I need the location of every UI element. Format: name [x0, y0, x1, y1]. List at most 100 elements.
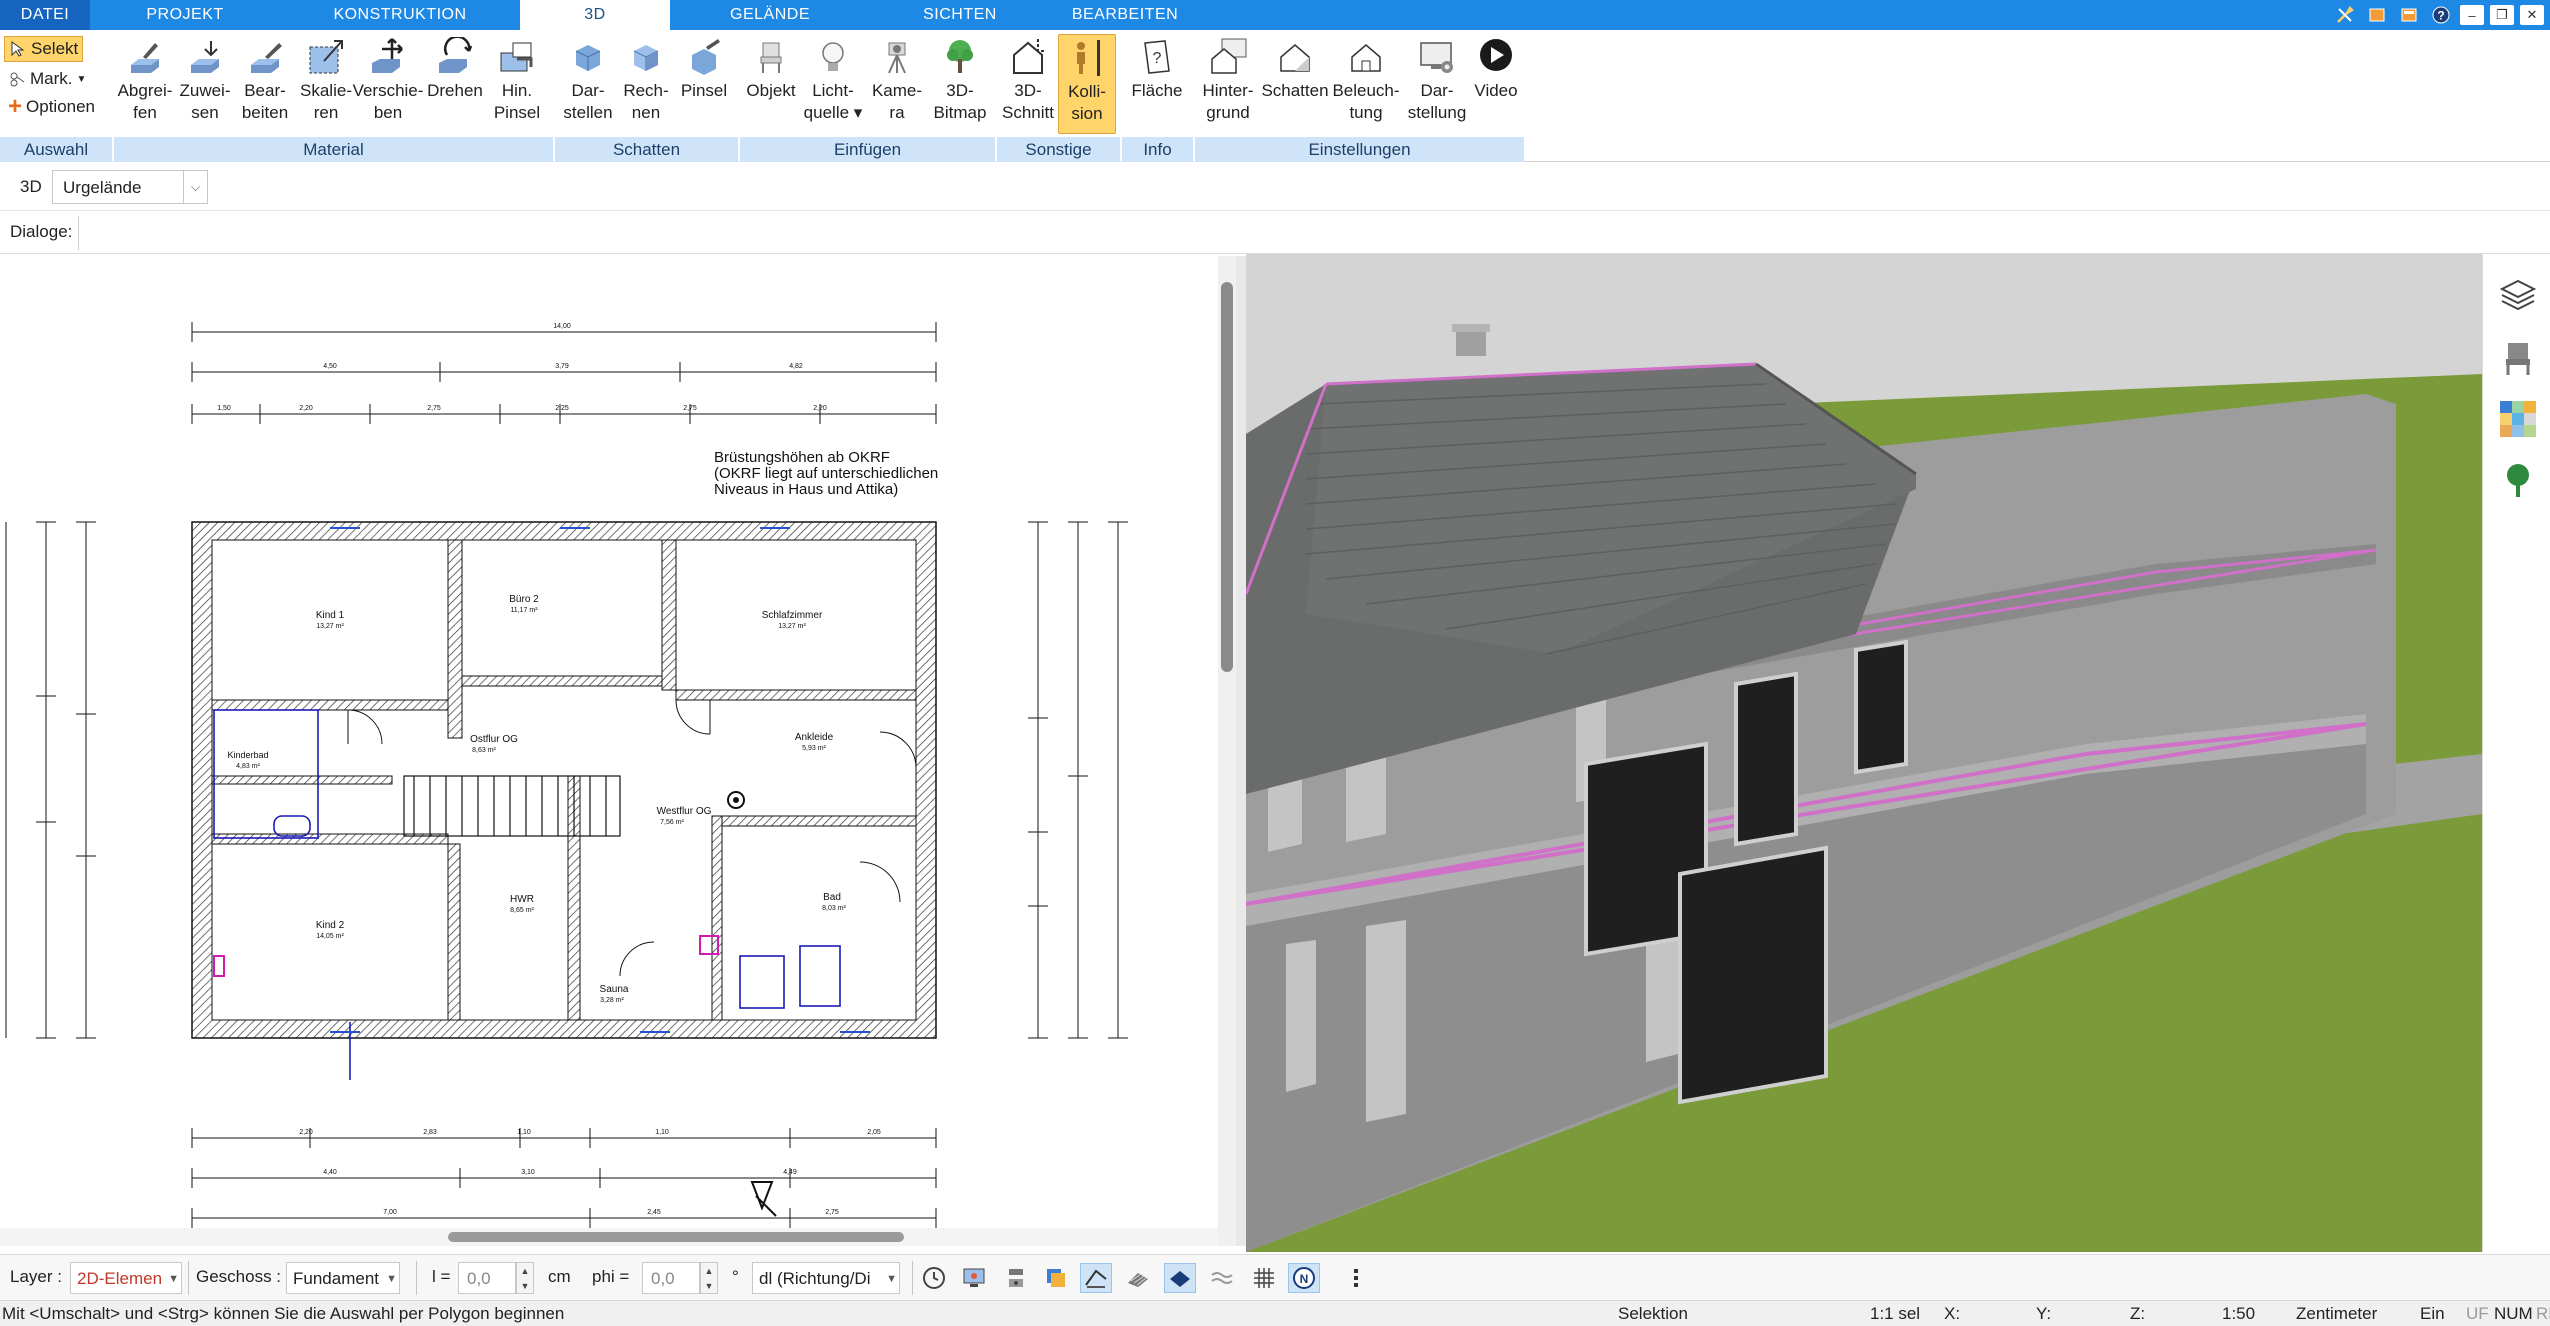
room-name: Bad [823, 892, 841, 903]
abgreifen-button[interactable]: Abgrei- fen [117, 34, 173, 134]
optionen-button[interactable]: + Optionen [4, 94, 99, 120]
view-mode-label: 3D [20, 177, 42, 196]
status-unit: Zentimeter [2296, 1304, 2378, 1323]
room-area: 13,27 m² [316, 623, 344, 630]
plan-horizontal-scrollbar[interactable] [0, 1228, 1218, 1246]
minimize-button[interactable]: – [2460, 5, 2484, 25]
assign-material-icon [182, 34, 228, 80]
3d-schnitt-button[interactable]: 3D- Schnitt [1000, 34, 1056, 134]
group-einstellungen: Hinter- grund Schatten Beleuch- tung Dar… [1194, 30, 1524, 162]
room-area: 5,93 m² [802, 745, 826, 752]
clock-icon[interactable] [918, 1263, 950, 1293]
3d-view[interactable] [1246, 254, 2482, 1252]
restore-button[interactable]: ❐ [2490, 5, 2514, 25]
group-label-einstellungen: Einstellungen [1194, 137, 1524, 162]
drehen-button[interactable]: Drehen [425, 34, 485, 134]
direction-select[interactable]: dl (Richtung/Di ▼ [752, 1262, 900, 1294]
dimension-label: 2,05 [867, 1129, 881, 1136]
plants-tree-icon[interactable] [2495, 458, 2541, 504]
zuweisen-button[interactable]: Zuwei- sen [177, 34, 233, 134]
dimension-label: 4,50 [323, 363, 337, 370]
plane-icon[interactable] [1164, 1263, 1196, 1293]
status-ein: Ein [2420, 1304, 2445, 1323]
schatten-darstellen-button[interactable]: Dar- stellen [560, 34, 616, 134]
schatten-einstellung-label: Schatten [1261, 81, 1329, 100]
close-button[interactable]: ✕ [2520, 5, 2544, 25]
phi-stepper[interactable]: ▲ ▼ [700, 1262, 718, 1294]
room-area: 11,17 m² [510, 607, 538, 614]
status-mode: Selektion [1618, 1304, 1688, 1323]
geschoss-select[interactable]: Fundament ▼ [286, 1262, 400, 1294]
plan-vertical-scrollbar[interactable] [1218, 256, 1236, 1246]
schatten-einstellung-button[interactable]: Schatten [1260, 34, 1330, 134]
bearbeiten-label: Bear- beiten [241, 81, 289, 122]
layers-3d-icon[interactable] [1040, 1263, 1072, 1293]
dimension-label: 2,20 [813, 405, 827, 412]
direction-select-value: dl (Richtung/Di [759, 1269, 871, 1288]
darstellung-button[interactable]: Dar- stellung [1404, 34, 1470, 134]
schatten-pinsel-label: Pinsel [680, 81, 728, 100]
3d-bitmap-button[interactable]: 3D- Bitmap [929, 34, 991, 134]
dimension-icon[interactable] [1000, 1263, 1032, 1293]
length-input[interactable]: 0,0 [458, 1262, 516, 1294]
dimension-label: 2,25 [555, 405, 569, 412]
lichtquelle-button[interactable]: Licht- quelle ▾ [801, 34, 865, 134]
tab-projekt[interactable]: PROJEKT [90, 0, 280, 30]
schatten-rechnen-button[interactable]: Rech- nen [618, 34, 674, 134]
selekt-button[interactable]: Selekt [4, 36, 84, 62]
scrollbar-thumb[interactable] [1221, 282, 1233, 672]
tools-icon[interactable] [2332, 4, 2358, 26]
help-icon[interactable]: ? [2428, 4, 2454, 26]
video-button[interactable]: Video [1470, 34, 1522, 134]
hintergrund-button[interactable]: Hinter- grund [1196, 34, 1260, 134]
side-panel [2482, 254, 2550, 1252]
mark-button[interactable]: Mark. ▼ [4, 66, 90, 92]
group-label-material: Material [113, 137, 553, 162]
room-area: 7,56 m² [660, 819, 684, 826]
flaeche-label: Fläche [1131, 81, 1183, 100]
lighting-house-icon [1343, 34, 1389, 80]
tab-bearbeiten[interactable]: BEARBEITEN [1050, 0, 1200, 30]
verschieben-button[interactable]: Verschie- ben [353, 34, 423, 134]
more-icon[interactable] [1340, 1263, 1372, 1293]
scrollbar-thumb[interactable] [448, 1232, 904, 1242]
kamera-button[interactable]: Kame- ra [867, 34, 927, 134]
view-splitter[interactable] [1236, 256, 1246, 1246]
grid-icon[interactable] [1248, 1263, 1280, 1293]
hatch-icon[interactable] [1122, 1263, 1154, 1293]
tab-datei[interactable]: DATEI [0, 0, 90, 30]
screen-icon[interactable] [958, 1263, 990, 1293]
north-icon[interactable]: N [1288, 1263, 1320, 1293]
terrain-select[interactable]: Urgelände ⌵ [52, 170, 208, 204]
phi-input[interactable]: 0,0 [642, 1262, 700, 1294]
flaeche-button[interactable]: ? Fläche [1127, 34, 1187, 134]
layout-icon[interactable] [2364, 4, 2390, 26]
schatten-pinsel-button[interactable]: Pinsel [676, 34, 732, 134]
furniture-icon[interactable] [2495, 334, 2541, 380]
lichtquelle-label: Licht- quelle ▾ [803, 81, 863, 122]
hin-pinsel-button[interactable]: Hin. Pinsel [487, 34, 547, 134]
mark-label: Mark. [30, 69, 73, 88]
roof-icon[interactable] [1080, 1263, 1112, 1293]
tab-konstruktion[interactable]: KONSTRUKTION [280, 0, 520, 30]
group-label-schatten: Schatten [554, 137, 738, 162]
geschoss-select-value: Fundament [293, 1269, 379, 1288]
layers-icon[interactable] [2495, 272, 2541, 318]
kollision-button[interactable]: Kolli- sion [1058, 34, 1116, 134]
bearbeiten-button[interactable]: Bear- beiten [235, 34, 295, 134]
wave-icon[interactable] [1206, 1263, 1238, 1293]
window-icon[interactable] [2396, 4, 2422, 26]
background-brush-icon [494, 34, 540, 80]
layer-select[interactable]: 2D-Elemen ▼ [70, 1262, 182, 1294]
beleuchtung-button[interactable]: Beleuch- tung [1330, 34, 1402, 134]
tab-sichten[interactable]: SICHTEN [870, 0, 1050, 30]
skalieren-button[interactable]: Skalie- ren [297, 34, 355, 134]
objekt-button[interactable]: Objekt [743, 34, 799, 134]
tab-3d[interactable]: 3D [520, 0, 670, 30]
floor-plan-view[interactable]: Brüstungshöhen ab OKRF (OKRF liegt auf u… [0, 256, 1226, 1246]
tab-gelaende[interactable]: GELÄNDE [670, 0, 870, 30]
layer-select-value: 2D-Elemen [77, 1269, 163, 1288]
length-stepper[interactable]: ▲ ▼ [516, 1262, 534, 1294]
materials-icon[interactable] [2495, 396, 2541, 442]
drehen-label: Drehen [427, 81, 483, 100]
